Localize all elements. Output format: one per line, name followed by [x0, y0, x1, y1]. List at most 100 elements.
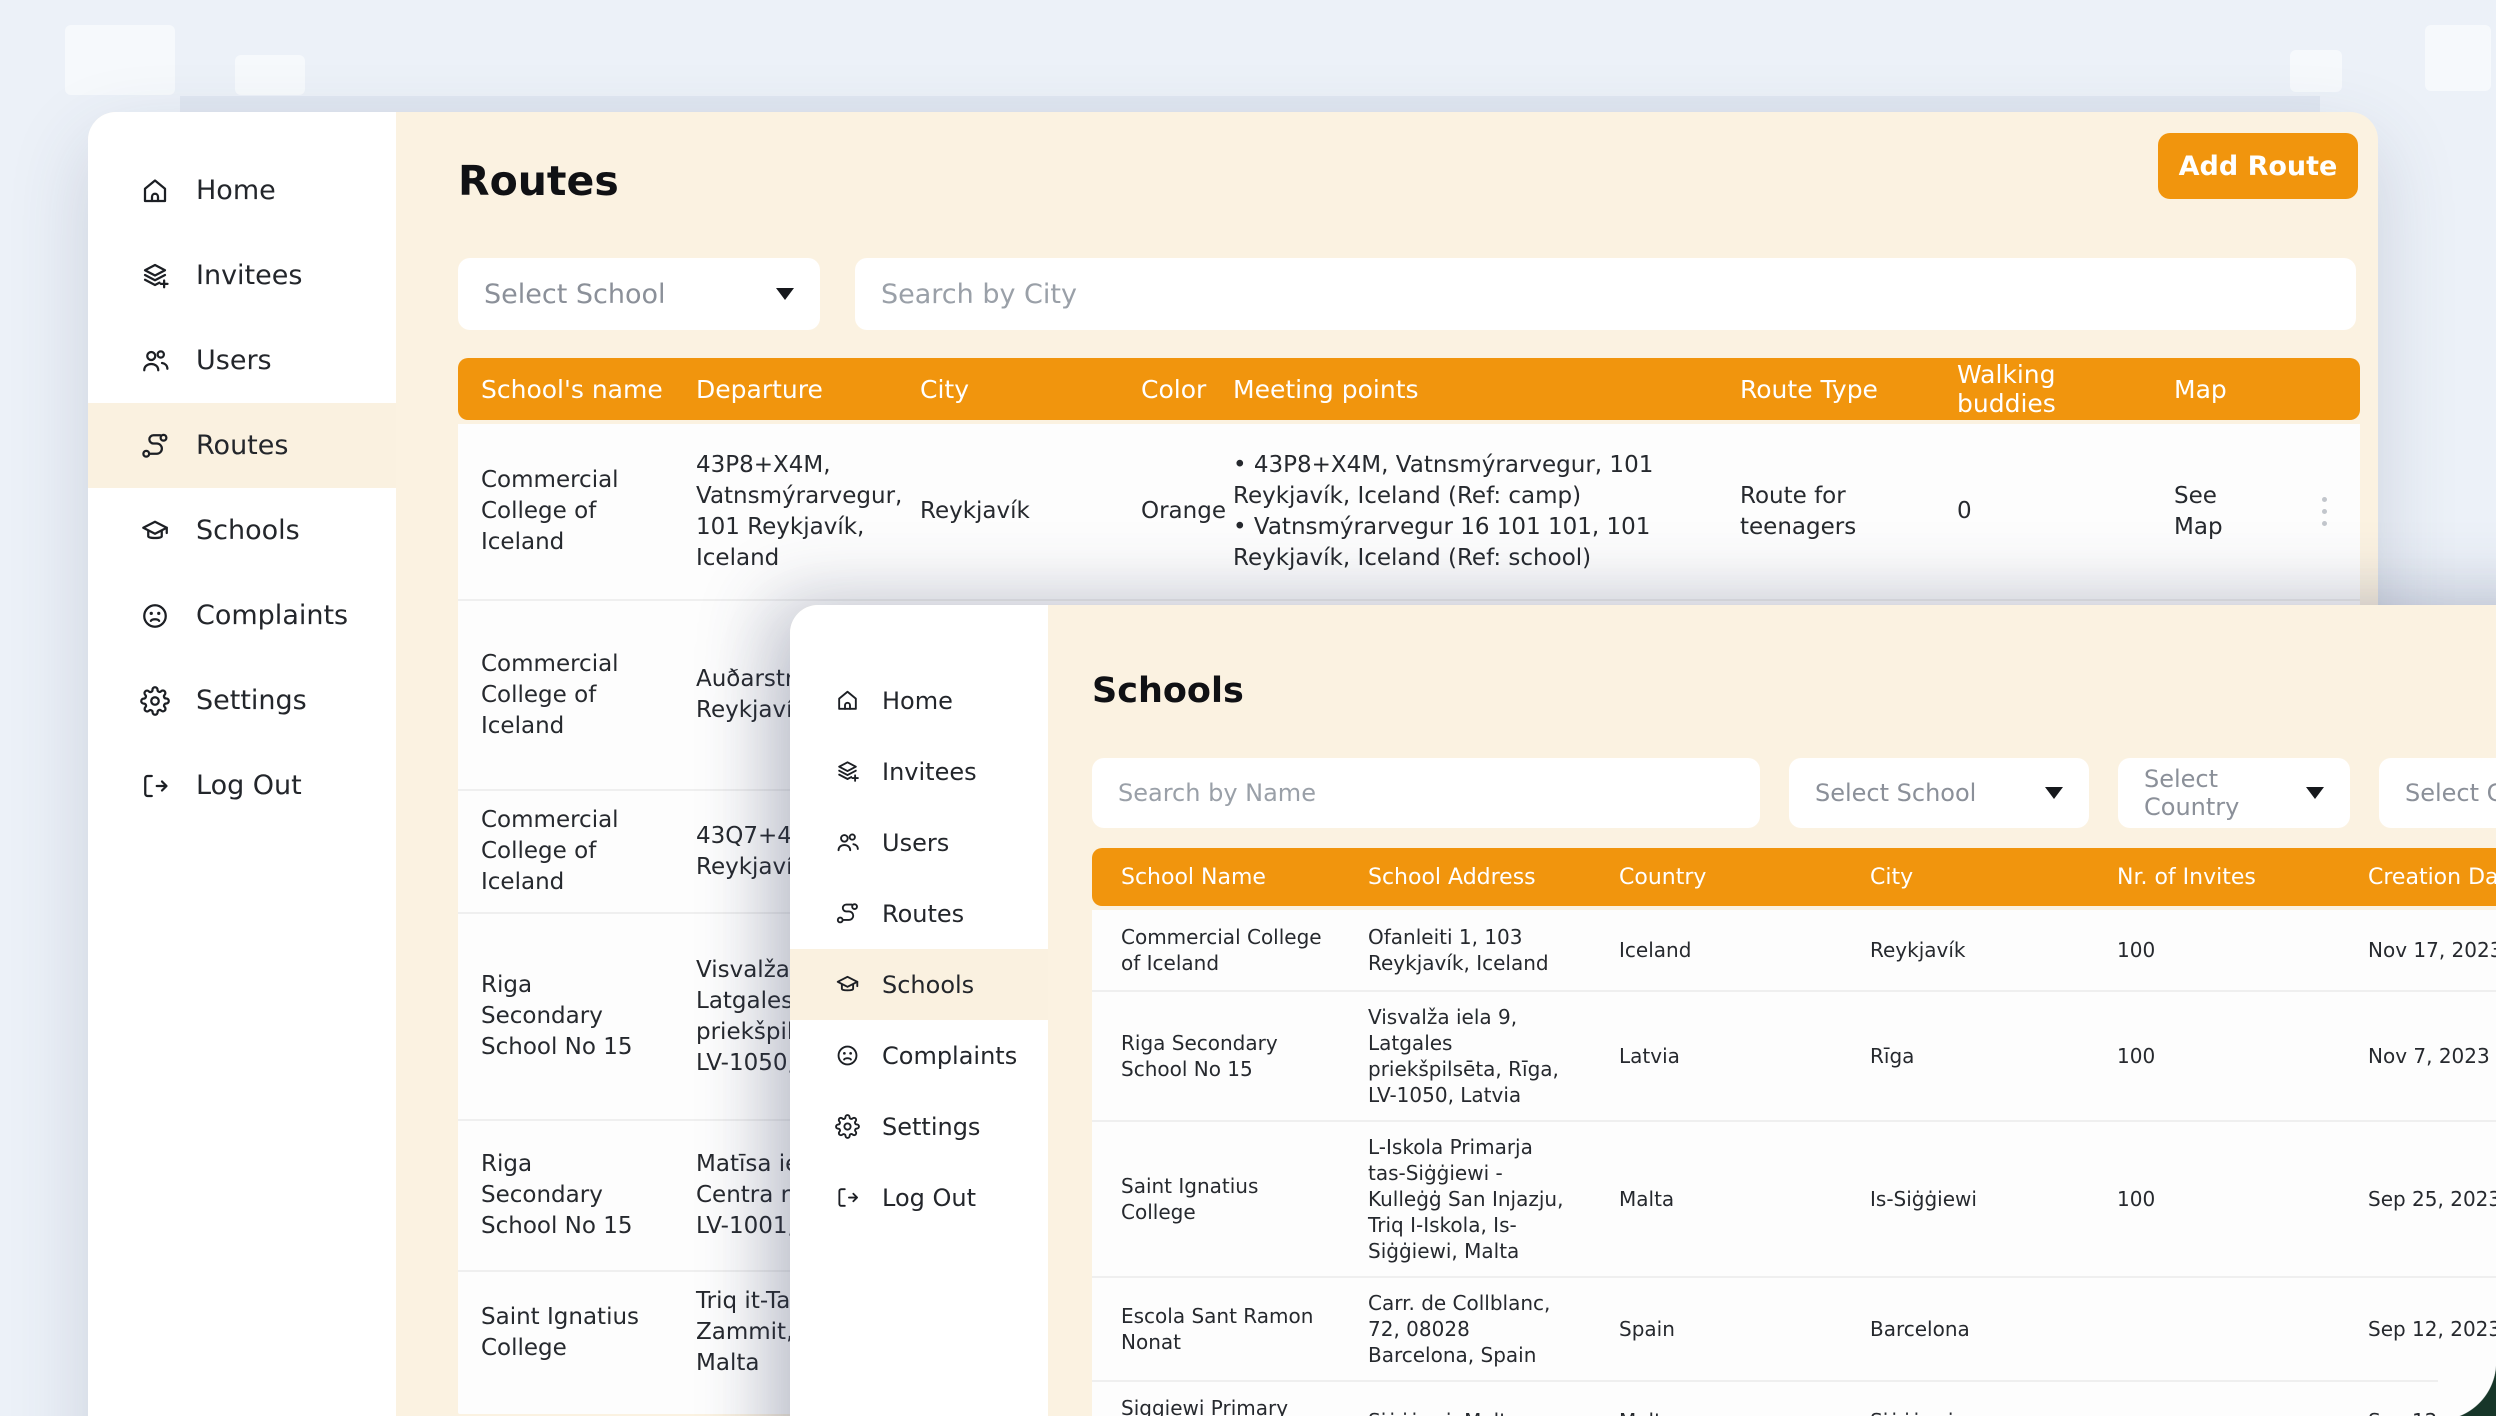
routes-filters: Select School: [458, 258, 2362, 330]
cell-school-address: L-Iskola Primarja tas-Siġġiewi - Kulleġġ…: [1339, 1122, 1590, 1276]
complaints-icon: [835, 1043, 860, 1068]
sidebar-item-users[interactable]: Users: [88, 318, 396, 403]
schools-sidebar: Home InviteesUsers Routes Schools Complaints…: [790, 605, 1048, 1416]
sidebar-item-settings[interactable]: Settings: [88, 658, 396, 743]
column-header: School Name: [1092, 865, 1339, 890]
column-header: Nr. of Invites: [2088, 865, 2339, 890]
chevron-down-icon: [776, 288, 794, 300]
cell-creation-date: Sep 12, 2023: [2339, 1304, 2496, 1354]
routes-sidebar: Home Invitees Users Routes SchoolsComplaints…: [88, 112, 396, 1416]
city-select[interactable]: Select City: [2379, 758, 2496, 828]
sidebar-item-label: Schools: [882, 971, 974, 999]
sidebar-item-complaints[interactable]: Complaints: [790, 1020, 1048, 1091]
sidebar-item-label: Invitees: [196, 260, 302, 291]
cell-school-name: Riga Secondary School No 15: [458, 1135, 673, 1256]
sidebar-item-schools[interactable]: Schools: [790, 949, 1048, 1020]
users-icon: [835, 830, 860, 855]
cell-school-name: Saint Ignatius College: [458, 1288, 673, 1378]
cell-city: Reykjavík: [1841, 925, 2088, 975]
backdrop-band: [180, 96, 2320, 112]
cell-school-name: Escola Sant Ramon Nonat: [1092, 1291, 1339, 1367]
school-select[interactable]: Select School: [1789, 758, 2089, 828]
cell-city: Reykjavík: [897, 482, 1118, 541]
routes-icon: [140, 431, 170, 461]
cell-school-name: Commercial College of Iceland: [458, 451, 673, 572]
name-search-input[interactable]: [1092, 758, 1760, 828]
users-icon: [140, 346, 170, 376]
column-header: School's name: [458, 375, 673, 404]
meeting-point: • 43P8+X4M, Vatnsmýrarvegur, 101 Reykjav…: [1233, 450, 1703, 512]
sidebar-item-label: Home: [882, 687, 953, 715]
backdrop-shape: [235, 55, 305, 95]
cell-city: Rīga: [1841, 1031, 2088, 1081]
sidebar-item-log-out[interactable]: Log Out: [790, 1162, 1048, 1233]
cell-invites: 100: [2088, 1174, 2339, 1224]
sidebar-item-settings[interactable]: Settings: [790, 1091, 1048, 1162]
cell-creation-date: Nov 17, 2023: [2339, 925, 2496, 975]
column-header: Creation Date: [2339, 865, 2496, 890]
city-select-value: Select City: [2405, 779, 2496, 807]
backdrop-shape: [2290, 50, 2342, 92]
sidebar-item-label: Users: [196, 345, 272, 376]
table-row: Escola Sant Ramon NonatCarr. de Collblan…: [1092, 1276, 2496, 1380]
sidebar-item-label: Routes: [196, 430, 288, 461]
cell-invites: [2088, 1317, 2339, 1341]
sidebar-item-invitees[interactable]: Invitees: [790, 736, 1048, 807]
cell-school-name: Saint Ignatius College: [1092, 1161, 1339, 1237]
page-title: Routes: [458, 156, 2362, 206]
school-select[interactable]: Select School: [458, 258, 820, 330]
backdrop-shape: [2425, 25, 2491, 91]
cell-map: See Map: [2151, 467, 2280, 557]
cell-school-address: Carr. de Collblanc, 72, 08028 Barcelona,…: [1339, 1278, 1590, 1380]
school-select-value: Select School: [1815, 779, 1976, 807]
cell-invites: [2088, 1409, 2339, 1416]
complaints-icon: [140, 601, 170, 631]
sidebar-item-label: Home: [196, 175, 276, 206]
cell-school-address: Ofanleiti 1, 103 Reykjavík, Iceland: [1339, 912, 1590, 988]
cell-creation-date: Nov 7, 2023: [2339, 1031, 2496, 1081]
sidebar-item-users[interactable]: Users: [790, 807, 1048, 878]
country-select[interactable]: Select Country: [2118, 758, 2350, 828]
sidebar-item-routes[interactable]: Routes: [790, 878, 1048, 949]
routes-icon: [835, 901, 860, 926]
column-header: Walking buddies: [1934, 360, 2151, 418]
sidebar-item-label: Routes: [882, 900, 964, 928]
logout-icon: [835, 1185, 860, 1210]
schools-table-header: School NameSchool AddressCountryCityNr. …: [1092, 848, 2496, 906]
city-search-input[interactable]: [855, 258, 2356, 330]
cell-color: Orange: [1118, 482, 1210, 541]
sidebar-item-home[interactable]: Home: [790, 665, 1048, 736]
sidebar-item-log-out[interactable]: Log Out: [88, 743, 396, 828]
kebab-menu-icon[interactable]: [2303, 497, 2346, 526]
sidebar-item-label: Log Out: [196, 770, 302, 801]
cell-school-address: Siġġiewi, Malta: [1339, 1396, 1590, 1416]
cell-route-type: Route for teenagers: [1717, 467, 1934, 557]
sidebar-item-routes[interactable]: Routes: [88, 403, 396, 488]
see-map-link[interactable]: See Map: [2174, 483, 2223, 540]
column-header: Map: [2151, 375, 2280, 404]
table-row: Commercial College of IcelandOfanleiti 1…: [1092, 910, 2496, 990]
page-title: Schools: [1092, 669, 2496, 713]
routes-table-header: School's nameDepartureCityColorMeeting p…: [458, 358, 2360, 420]
schools-icon: [835, 972, 860, 997]
sidebar-item-schools[interactable]: Schools: [88, 488, 396, 573]
add-route-button[interactable]: Add Route: [2158, 133, 2358, 199]
table-row: Commercial College of Iceland43P8+X4M, V…: [458, 424, 2360, 599]
cell-school-name: Commercial College of Iceland: [458, 791, 673, 912]
school-select-value: Select School: [484, 279, 666, 310]
meeting-point: • Vatnsmýrarvegur 16 101 101, 101 Reykja…: [1233, 512, 1703, 574]
cell-country: Latvia: [1590, 1031, 1841, 1081]
cell-meeting-points: • 43P8+X4M, Vatnsmýrarvegur, 101 Reykjav…: [1210, 436, 1717, 588]
column-header: School Address: [1339, 865, 1590, 890]
cell-country: Spain: [1590, 1304, 1841, 1354]
backdrop-shape: [65, 25, 175, 95]
invitees-icon: [140, 261, 170, 291]
settings-icon: [835, 1114, 860, 1139]
sidebar-item-complaints[interactable]: Complaints: [88, 573, 396, 658]
table-row: Saint Ignatius CollegeL-Iskola Primarja …: [1092, 1120, 2496, 1276]
sidebar-item-home[interactable]: Home: [88, 148, 396, 233]
column-header: Country: [1590, 865, 1841, 890]
country-select-value: Select Country: [2144, 765, 2306, 821]
home-icon: [140, 176, 170, 206]
sidebar-item-invitees[interactable]: Invitees: [88, 233, 396, 318]
